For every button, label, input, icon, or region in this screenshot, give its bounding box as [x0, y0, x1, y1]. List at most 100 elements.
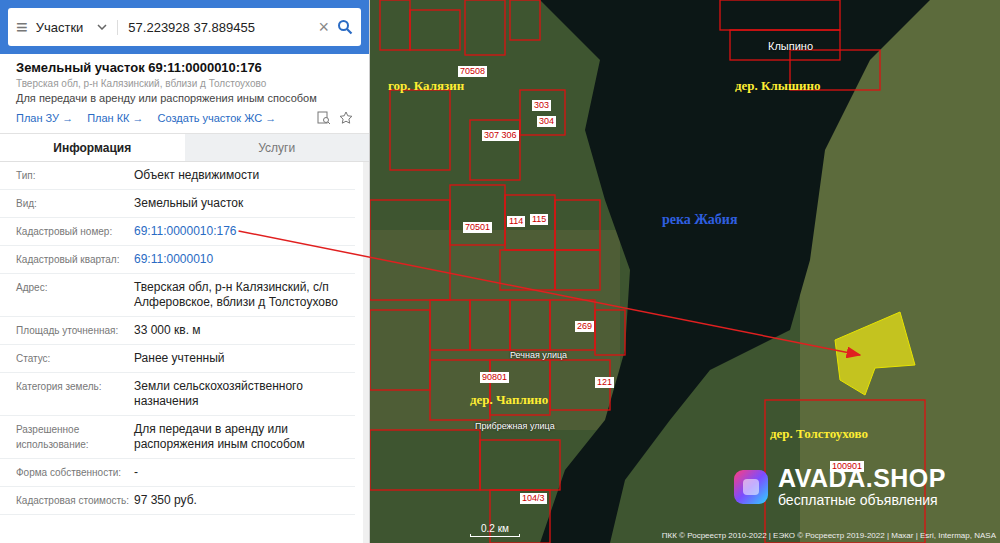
- card-link[interactable]: План КК →: [87, 112, 143, 124]
- scale-bar: 0.2 км: [470, 523, 520, 537]
- search-box: ≡ Участки ×: [8, 8, 361, 46]
- tab[interactable]: Информация: [0, 134, 185, 161]
- row-label: Разрешенное использование:: [16, 422, 134, 452]
- tab[interactable]: Услуги: [185, 134, 370, 161]
- layer-label: Участки: [36, 20, 84, 35]
- row-value: 33 000 кв. м: [134, 323, 355, 338]
- info-row: Кадастровая стоимость:97 350 руб.: [0, 487, 355, 515]
- row-link[interactable]: 69:11:0000010: [134, 252, 355, 267]
- watermark-text: AVADA.SHOP бесплатные объявления: [778, 466, 946, 507]
- parcel-label[interactable]: 90801: [480, 372, 509, 383]
- info-row: Разрешенное использование:Для передачи в…: [0, 416, 355, 459]
- satellite-map-icon: [370, 0, 1000, 543]
- river-label: река Жабия: [662, 212, 738, 228]
- info-row: Статус:Ранее учтенный: [0, 345, 355, 373]
- watermark-tagline: бесплатные объявления: [778, 493, 946, 507]
- info-row: Форма собственности:-: [0, 459, 355, 487]
- parcel-label[interactable]: 104/3: [520, 493, 547, 504]
- layer-select[interactable]: Участки: [36, 20, 119, 35]
- chevron-down-icon: [97, 24, 107, 30]
- parcel-label[interactable]: 114: [507, 216, 525, 227]
- row-label: Вид:: [16, 196, 134, 211]
- value-text: Земли сельскохозяйственного назначения: [134, 379, 303, 408]
- row-label: Площадь уточненная:: [16, 323, 134, 338]
- tabs: ИнформацияУслуги: [0, 134, 369, 162]
- value-text[interactable]: 69:11:0000010: [134, 252, 213, 266]
- parcel-label[interactable]: 269: [575, 321, 594, 332]
- scale-line: [470, 534, 520, 537]
- row-label: Статус:: [16, 351, 134, 366]
- row-label: Кадастровый номер:: [16, 224, 134, 239]
- value-text[interactable]: 69:11:0000010:176: [134, 224, 237, 238]
- row-label: Категория земель:: [16, 379, 134, 394]
- row-value: 97 350 руб.: [134, 493, 355, 508]
- info-row: Адрес:Тверская обл, р-н Калязинский, с/п…: [0, 274, 355, 317]
- row-value: -: [134, 465, 355, 480]
- value-text: 33 000 кв. м: [134, 323, 201, 337]
- card-title: Земельный участок 69:11:0000010:176: [16, 60, 353, 75]
- info-row: Кадастровый номер:69:11:0000010:176: [0, 218, 355, 246]
- info-row: Площадь уточненная:33 000 кв. м: [0, 317, 355, 345]
- app: ≡ Участки × Земельный участок 69:11:0000010…: [0, 0, 1000, 543]
- menu-button[interactable]: ≡: [16, 17, 28, 37]
- parcel-label[interactable]: 304: [537, 116, 556, 127]
- value-text: Земельный участок: [134, 196, 243, 210]
- map[interactable]: гор. Калязиндер. КлышиноКлыпинорека Жаби…: [370, 0, 1000, 543]
- card-address: Тверская обл, р-н Калязинский, вблизи д …: [16, 78, 353, 89]
- card-tools: [317, 111, 353, 125]
- info-row: Кадастровый квартал:69:11:0000010: [0, 246, 355, 274]
- row-value: Земли сельскохозяйственного назначения: [134, 379, 355, 409]
- settlement-label: гор. Калязин: [388, 78, 464, 94]
- street-label: Прибрежная улица: [475, 421, 555, 431]
- card-purpose: Для передачи в аренду или распоряжения и…: [16, 92, 353, 104]
- row-label: Тип:: [16, 168, 134, 183]
- scale-label: 0.2 км: [481, 523, 509, 534]
- card-link[interactable]: Создать участок ЖС →: [158, 112, 277, 124]
- parcel-label[interactable]: 121: [595, 377, 614, 388]
- info-row: Тип:Объект недвижимости: [0, 162, 355, 190]
- value-text: -: [134, 465, 138, 479]
- row-label: Кадастровый квартал:: [16, 252, 134, 267]
- map-attribution: ПКК © Росреестр 2010-2022 | ЕЭКО © Росре…: [662, 531, 996, 540]
- street-label: Речная улица: [510, 350, 567, 360]
- links-row: План ЗУ → План КК → Создать участок ЖС →: [16, 107, 353, 125]
- avada-logo-icon: [732, 468, 770, 506]
- value-text: 97 350 руб.: [134, 493, 197, 507]
- card-link[interactable]: План ЗУ →: [16, 112, 73, 124]
- parcel-label[interactable]: 307 306: [482, 130, 519, 141]
- star-icon[interactable]: [339, 111, 353, 125]
- search-input[interactable]: [126, 19, 310, 36]
- info-row: Вид:Земельный участок: [0, 190, 355, 218]
- row-label: Форма собственности:: [16, 465, 134, 480]
- row-value: Объект недвижимости: [134, 168, 355, 183]
- settlement-label: дер. Чаплино: [470, 392, 548, 408]
- parcel-label[interactable]: 70508: [458, 66, 487, 77]
- info-rows: Тип:Объект недвижимостиВид:Земельный уча…: [0, 162, 369, 543]
- row-value: Земельный участок: [134, 196, 355, 211]
- clear-button[interactable]: ×: [318, 17, 329, 38]
- info-row: Категория земель:Земли сельскохозяйствен…: [0, 373, 355, 416]
- row-value: Ранее учтенный: [134, 351, 355, 366]
- value-text: Для передачи в аренду или распоряжения и…: [134, 422, 305, 451]
- row-value: Тверская обл, р-н Калязинский, с/п Алфер…: [134, 280, 355, 310]
- parcel-label[interactable]: 115: [530, 214, 548, 225]
- watermark: AVADA.SHOP бесплатные объявления: [732, 466, 946, 507]
- report-search-icon[interactable]: [317, 111, 331, 125]
- parcel-label[interactable]: 70501: [463, 222, 492, 233]
- value-text: Ранее учтенный: [134, 351, 224, 365]
- info-panel: ≡ Участки × Земельный участок 69:11:0000010…: [0, 0, 370, 543]
- row-value: Для передачи в аренду или распоряжения и…: [134, 422, 355, 452]
- settlement-label: дер. Толстоухово: [770, 426, 868, 442]
- search-icon[interactable]: [337, 19, 353, 35]
- settlement-label: дер. Клышино: [735, 78, 820, 94]
- row-link[interactable]: 69:11:0000010:176: [134, 224, 355, 239]
- value-text: Тверская обл, р-н Калязинский, с/п Алфер…: [134, 280, 338, 309]
- row-label: Кадастровая стоимость:: [16, 493, 134, 508]
- search-bar: ≡ Участки ×: [0, 0, 369, 54]
- watermark-brand: AVADA.SHOP: [778, 466, 946, 491]
- card-header: Земельный участок 69:11:0000010:176 Тверс…: [0, 54, 369, 134]
- row-label: Адрес:: [16, 280, 134, 295]
- parcel-label[interactable]: 303: [532, 100, 551, 111]
- value-text: Объект недвижимости: [134, 168, 259, 182]
- pointer-arrow-icon: [0, 0, 1000, 543]
